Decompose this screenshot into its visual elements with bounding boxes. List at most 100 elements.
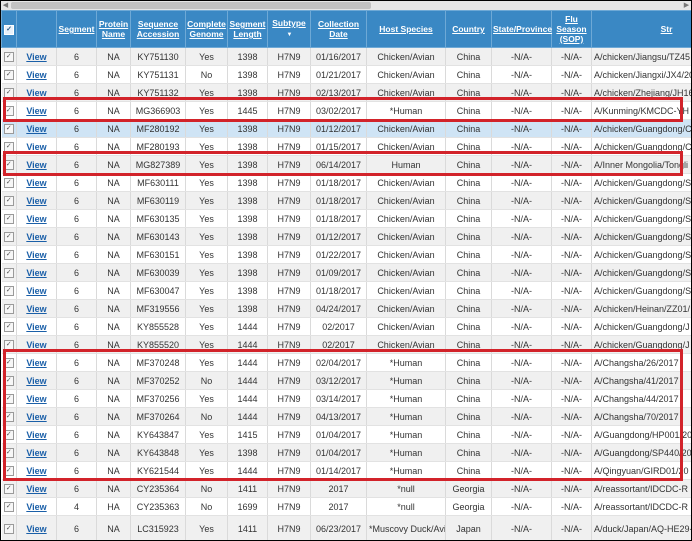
row-checkbox[interactable]: ✓ [3, 303, 14, 314]
row-checkbox[interactable]: ✓ [3, 524, 14, 535]
select-all-header[interactable]: ✓ [1, 10, 17, 48]
view-link[interactable]: View [26, 304, 46, 314]
view-link[interactable]: View [26, 160, 46, 170]
column-header-complete[interactable]: Complete Genome [185, 10, 228, 48]
row-checkbox[interactable]: ✓ [3, 87, 14, 98]
row-checkbox[interactable]: ✓ [3, 195, 14, 206]
view-link[interactable]: View [26, 502, 46, 512]
table-row[interactable]: ✓ View 6 NA KY751130 Yes 1398 H7N9 01/16/2017 Chi… [1, 47, 691, 66]
view-link[interactable]: View [26, 412, 46, 422]
row-select-cell[interactable]: ✓ [1, 461, 17, 480]
scroll-right-icon[interactable]: ▶ [682, 1, 691, 10]
table-row[interactable]: ✓ View 6 NA MF319556 Yes 1398 H7N9 04/24/2017 Chi… [1, 299, 691, 318]
row-checkbox[interactable]: ✓ [3, 483, 14, 494]
column-header-season[interactable]: Flu Season (SOP) [551, 10, 592, 48]
table-row[interactable]: ✓ View 6 NA KY855528 Yes 1444 H7N9 02/2017 Chicke… [1, 317, 691, 336]
column-header-country[interactable]: Country [445, 10, 492, 48]
row-checkbox[interactable]: ✓ [3, 141, 14, 152]
row-checkbox[interactable]: ✓ [3, 213, 14, 224]
column-header-host[interactable]: Host Species [366, 10, 446, 48]
row-select-cell[interactable]: ✓ [1, 353, 17, 372]
table-row[interactable]: ✓ View 6 NA MF370248 Yes 1444 H7N9 02/04/2017 *Hu… [1, 353, 691, 372]
row-checkbox[interactable]: ✓ [3, 51, 14, 62]
view-link[interactable]: View [26, 466, 46, 476]
row-checkbox[interactable]: ✓ [3, 501, 14, 512]
row-checkbox[interactable]: ✓ [3, 447, 14, 458]
view-link[interactable]: View [26, 52, 46, 62]
row-checkbox[interactable]: ✓ [3, 159, 14, 170]
table-row[interactable]: ✓ View 6 NA MF630119 Yes 1398 H7N9 01/18/2017 Chi… [1, 191, 691, 210]
column-header-accession[interactable]: Sequence Accession [130, 10, 186, 48]
table-row[interactable]: ✓ View 6 NA KY643847 Yes 1415 H7N9 01/04/2017 *Hu… [1, 425, 691, 444]
table-row[interactable]: ✓ View 6 NA MG366903 Yes 1445 H7N9 03/02/2017 *Hu… [1, 101, 691, 120]
column-header-state[interactable]: State/Province [491, 10, 552, 48]
view-link[interactable]: View [26, 88, 46, 98]
table-row[interactable]: ✓ View 6 NA MG827389 Yes 1398 H7N9 06/14/2017 Hum… [1, 155, 691, 174]
view-link[interactable]: View [26, 448, 46, 458]
row-select-cell[interactable]: ✓ [1, 119, 17, 138]
row-select-cell[interactable]: ✓ [1, 47, 17, 66]
row-select-cell[interactable]: ✓ [1, 389, 17, 408]
row-checkbox[interactable]: ✓ [3, 357, 14, 368]
table-row[interactable]: ✓ View 6 NA MF630111 Yes 1398 H7N9 01/18/2017 Chi… [1, 173, 691, 192]
row-select-cell[interactable]: ✓ [1, 137, 17, 156]
column-header-strain[interactable]: Str [591, 10, 691, 48]
column-header-length[interactable]: Segment Length [227, 10, 268, 48]
row-select-cell[interactable]: ✓ [1, 443, 17, 462]
table-row[interactable]: ✓ View 6 NA KY643848 Yes 1398 H7N9 01/04/2017 *Hu… [1, 443, 691, 462]
view-link[interactable]: View [26, 286, 46, 296]
row-checkbox[interactable]: ✓ [3, 375, 14, 386]
row-select-cell[interactable]: ✓ [1, 515, 17, 540]
scroll-thumb[interactable] [11, 2, 371, 9]
row-select-cell[interactable]: ✓ [1, 209, 17, 228]
row-checkbox[interactable]: ✓ [3, 177, 14, 188]
scroll-left-icon[interactable]: ◀ [1, 1, 10, 10]
view-link[interactable]: View [26, 358, 46, 368]
row-checkbox[interactable]: ✓ [3, 465, 14, 476]
view-link[interactable]: View [26, 268, 46, 278]
view-link[interactable]: View [26, 524, 46, 534]
row-select-cell[interactable]: ✓ [1, 227, 17, 246]
table-row[interactable]: ✓ View 6 NA KY621544 Yes 1444 H7N9 01/14/2017 *Hu… [1, 461, 691, 480]
view-link[interactable]: View [26, 394, 46, 404]
column-header-segment[interactable]: Segment [56, 10, 97, 48]
view-link[interactable]: View [26, 196, 46, 206]
row-select-cell[interactable]: ✓ [1, 281, 17, 300]
row-select-cell[interactable]: ✓ [1, 191, 17, 210]
row-select-cell[interactable]: ✓ [1, 371, 17, 390]
sort-descending-icon[interactable]: ▼ [287, 30, 293, 40]
table-row[interactable]: ✓ View 4 HA CY235363 No 1699 H7N9 2017 *null Georg… [1, 497, 691, 516]
row-select-cell[interactable]: ✓ [1, 65, 17, 84]
row-checkbox[interactable]: ✓ [3, 429, 14, 440]
row-checkbox[interactable]: ✓ [3, 411, 14, 422]
row-select-cell[interactable]: ✓ [1, 263, 17, 282]
row-checkbox[interactable]: ✓ [3, 321, 14, 332]
row-select-cell[interactable]: ✓ [1, 335, 17, 354]
view-link[interactable]: View [26, 124, 46, 134]
row-checkbox[interactable]: ✓ [3, 249, 14, 260]
row-select-cell[interactable]: ✓ [1, 155, 17, 174]
view-link[interactable]: View [26, 340, 46, 350]
row-select-cell[interactable]: ✓ [1, 425, 17, 444]
view-link[interactable]: View [26, 250, 46, 260]
table-row[interactable]: ✓ View 6 NA KY855520 Yes 1444 H7N9 02/2017 Chicke… [1, 335, 691, 354]
row-select-cell[interactable]: ✓ [1, 245, 17, 264]
table-row[interactable]: ✓ View 6 NA MF630039 Yes 1398 H7N9 01/09/2017 Chi… [1, 263, 691, 282]
table-row[interactable]: ✓ View 6 NA MF370252 No 1444 H7N9 03/12/2017 *Hum… [1, 371, 691, 390]
row-checkbox[interactable]: ✓ [3, 393, 14, 404]
column-header-date[interactable]: Collection Date [310, 10, 367, 48]
view-link[interactable]: View [26, 70, 46, 80]
row-select-cell[interactable]: ✓ [1, 299, 17, 318]
select-all-checkbox[interactable]: ✓ [4, 25, 14, 35]
row-checkbox[interactable]: ✓ [3, 105, 14, 116]
view-link[interactable]: View [26, 376, 46, 386]
row-select-cell[interactable]: ✓ [1, 317, 17, 336]
view-link[interactable]: View [26, 484, 46, 494]
table-row[interactable]: ✓ View 6 NA KY751132 Yes 1398 H7N9 02/13/2017 Chi… [1, 83, 691, 102]
row-checkbox[interactable]: ✓ [3, 69, 14, 80]
view-link[interactable]: View [26, 106, 46, 116]
table-row[interactable]: ✓ View 6 NA MF280192 Yes 1398 H7N9 01/12/2017 Chi… [1, 119, 691, 138]
column-header-subtype[interactable]: Subtype▼ [267, 10, 311, 48]
table-row[interactable]: ✓ View 6 NA LC315923 Yes 1411 H7N9 06/23/2017 *Mu… [1, 515, 691, 540]
row-checkbox[interactable]: ✓ [3, 339, 14, 350]
